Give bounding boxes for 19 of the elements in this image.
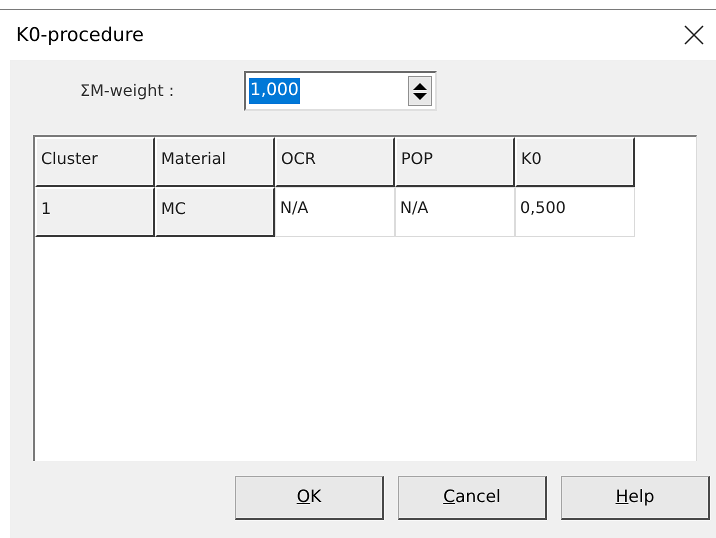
table-cell[interactable]: 0,500 (515, 187, 635, 237)
table-cell[interactable]: N/A (395, 187, 515, 237)
close-icon[interactable] (684, 25, 704, 45)
spin-field[interactable]: 1,000 (244, 71, 437, 111)
dialog-button[interactable]: Cancel (398, 476, 547, 520)
column-header[interactable]: OCR (275, 137, 395, 187)
dialog-button[interactable]: OK (235, 476, 384, 520)
dialog-button[interactable]: Help (561, 476, 710, 520)
table-cell[interactable]: N/A (275, 187, 395, 237)
spin-arrows-icon[interactable] (408, 76, 432, 106)
table-cell[interactable]: 1 (35, 187, 155, 237)
column-header[interactable]: POP (395, 137, 515, 187)
column-header[interactable]: K0 (515, 137, 635, 187)
table-cell[interactable]: MC (155, 187, 275, 237)
column-header[interactable]: Cluster (35, 137, 155, 187)
window-title: K0-procedure (16, 22, 144, 48)
field-label: ΣM-weight : (80, 80, 176, 102)
column-header[interactable]: Material (155, 137, 275, 187)
field-value: 1,000 (249, 78, 300, 104)
